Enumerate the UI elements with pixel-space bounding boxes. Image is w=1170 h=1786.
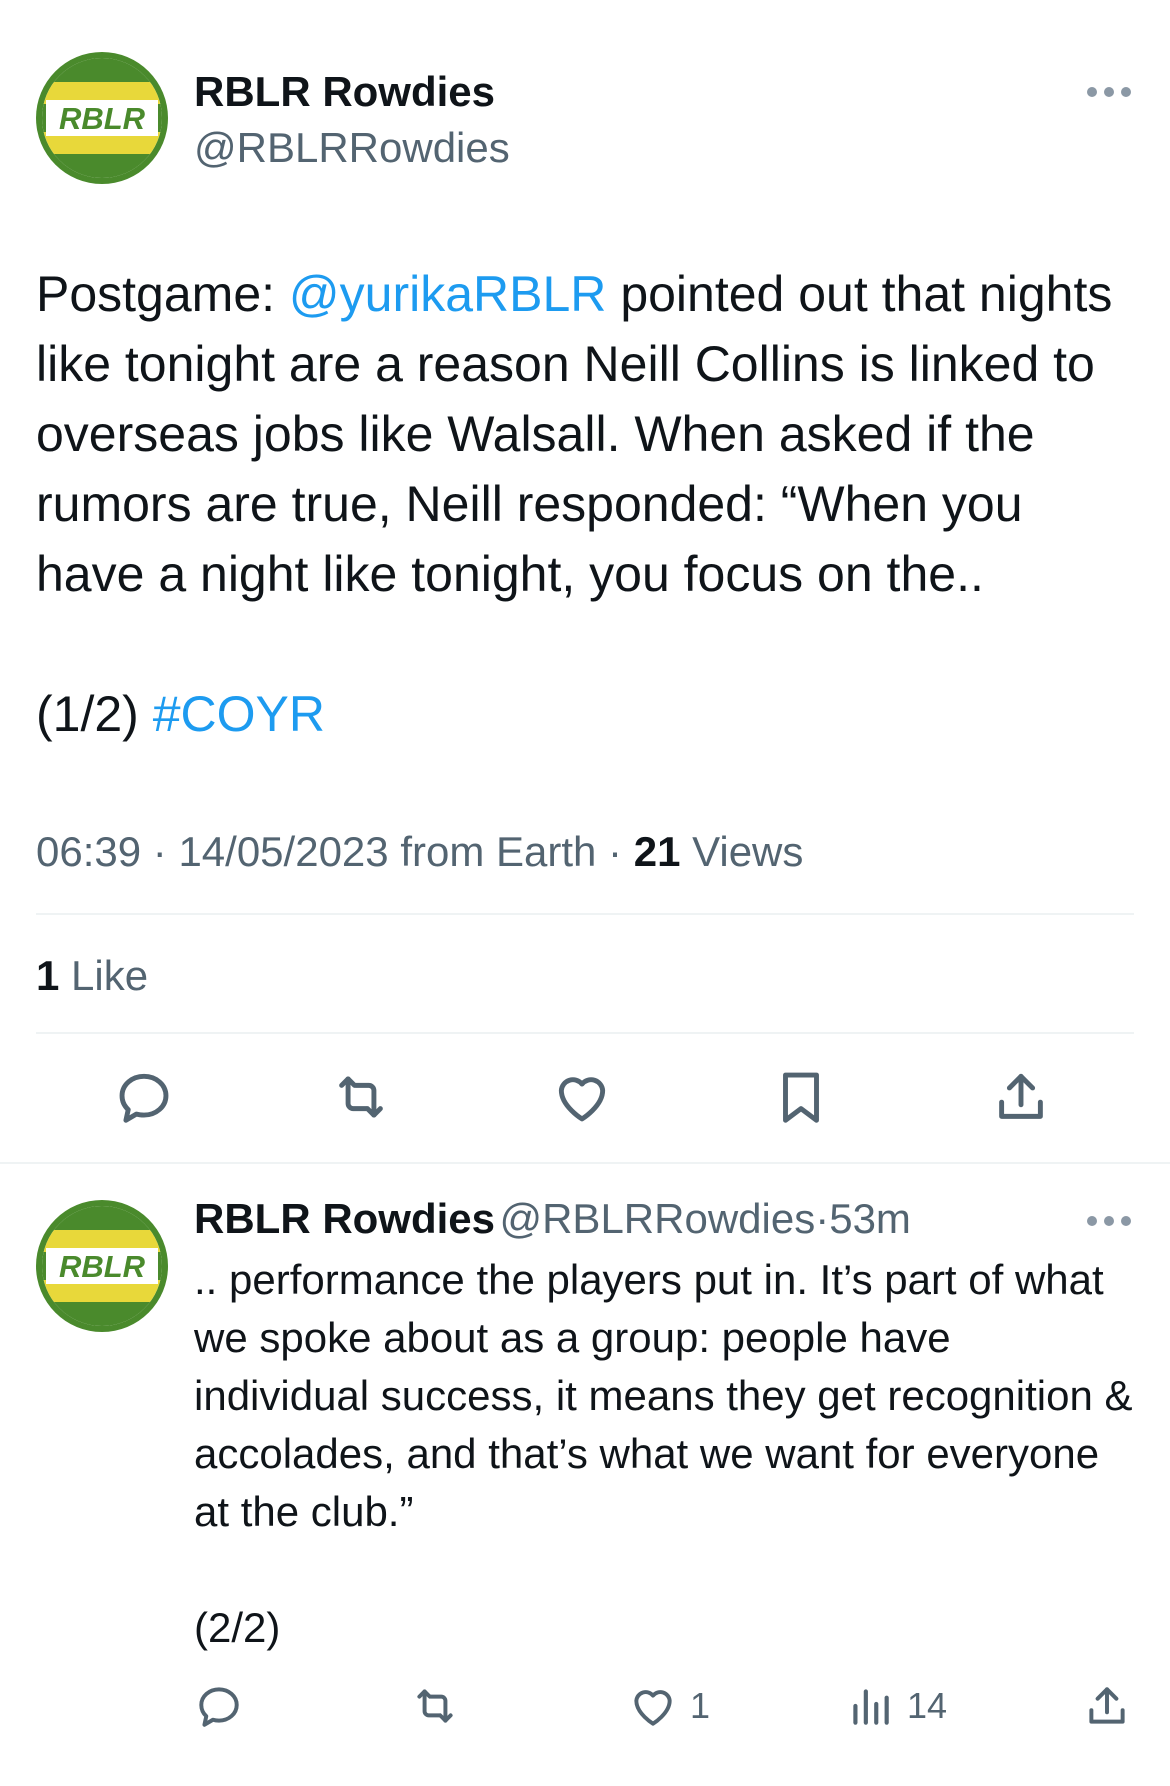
more-options-icon[interactable] bbox=[1086, 85, 1132, 99]
thread-marker: (1/2) bbox=[36, 686, 153, 742]
tweet-text-intro: Postgame: bbox=[36, 266, 289, 322]
likes-count: 1 bbox=[36, 952, 60, 999]
author-name[interactable]: RBLR Rowdies bbox=[194, 68, 495, 116]
avatar-logo-text: RBLR bbox=[59, 101, 146, 136]
tweet-meta: 06:39 · 14/05/2023 from Earth · 21 Views bbox=[36, 828, 804, 875]
hashtag-link[interactable]: #COYR bbox=[153, 686, 325, 742]
reply-views-button[interactable]: 14 bbox=[845, 1681, 947, 1731]
views-count: 21 bbox=[633, 828, 681, 875]
reply-time[interactable]: 53m bbox=[829, 1195, 911, 1242]
reply-thread-marker: (2/2) bbox=[194, 1604, 281, 1651]
author-handle[interactable]: @RBLRRowdies bbox=[194, 124, 510, 172]
views-label: Views bbox=[692, 828, 804, 875]
reply-text: .. performance the players put in. It’s … bbox=[194, 1256, 1133, 1535]
reply-header: RBLR Rowdies @RBLRRowdies·53m bbox=[194, 1195, 911, 1243]
more-options-icon[interactable] bbox=[1086, 1214, 1132, 1228]
retweet-icon[interactable] bbox=[410, 1681, 460, 1731]
reply-author-handle[interactable]: @RBLRRowdies bbox=[499, 1195, 815, 1242]
like-count: 1 bbox=[690, 1685, 711, 1726]
bookmark-icon[interactable] bbox=[770, 1066, 832, 1128]
reply-separator: · bbox=[815, 1195, 830, 1242]
mention-link[interactable]: @yurikaRBLR bbox=[289, 266, 607, 322]
tweet-text: Postgame: @yurikaRBLR pointed out that n… bbox=[36, 259, 1136, 609]
like-icon[interactable] bbox=[551, 1066, 613, 1128]
likes-summary[interactable]: 1 Like bbox=[36, 952, 148, 1000]
avatar[interactable]: RBLR bbox=[36, 52, 168, 184]
reply-avatar[interactable]: RBLR bbox=[36, 1200, 168, 1332]
thread-line: (1/2) #COYR bbox=[36, 679, 1136, 749]
tweet-date[interactable]: 14/05/2023 bbox=[178, 828, 388, 875]
views-count: 14 bbox=[907, 1685, 948, 1726]
divider bbox=[36, 913, 1134, 915]
reply-icon[interactable] bbox=[113, 1066, 175, 1128]
like-icon bbox=[628, 1681, 678, 1731]
tweet-time[interactable]: 06:39 bbox=[36, 828, 141, 875]
likes-label: Like bbox=[71, 952, 149, 999]
share-icon[interactable] bbox=[1082, 1681, 1132, 1731]
share-icon[interactable] bbox=[990, 1066, 1052, 1128]
tweet-source: from Earth bbox=[400, 828, 597, 875]
reply-author-name[interactable]: RBLR Rowdies bbox=[194, 1195, 495, 1242]
avatar-logo-text: RBLR bbox=[59, 1249, 146, 1284]
divider bbox=[0, 1162, 1170, 1164]
reply-like-button[interactable]: 1 bbox=[628, 1681, 710, 1731]
retweet-icon[interactable] bbox=[330, 1066, 392, 1128]
reply-icon[interactable] bbox=[194, 1681, 244, 1731]
analytics-icon bbox=[845, 1681, 895, 1731]
divider bbox=[36, 1032, 1134, 1034]
